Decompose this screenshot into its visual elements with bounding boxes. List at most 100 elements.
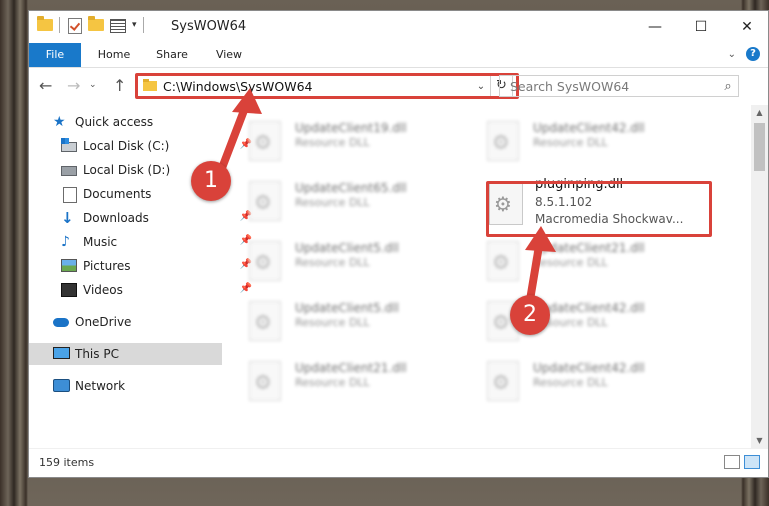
dll-file-icon bbox=[487, 361, 519, 401]
file-description: Resource DLL bbox=[533, 136, 608, 149]
view-toggle bbox=[724, 455, 760, 469]
file-list: UpdateClient19.dll Resource DLL UpdateCl… bbox=[225, 105, 737, 449]
sidebar-item-label: This PC bbox=[75, 347, 119, 361]
file-name: UpdateClient5.dll bbox=[295, 241, 399, 255]
sidebar-item-label: Local Disk (C:) bbox=[83, 139, 170, 153]
vertical-scrollbar[interactable]: ▲ ▼ bbox=[751, 105, 768, 449]
dll-file-icon bbox=[249, 181, 281, 221]
close-button[interactable]: ✕ bbox=[724, 11, 768, 43]
folder-icon[interactable] bbox=[37, 16, 53, 33]
tiles-view-icon[interactable] bbox=[744, 455, 760, 469]
status-bar: 159 items bbox=[29, 448, 768, 477]
dll-file-icon bbox=[249, 301, 281, 341]
sidebar-item-downloads[interactable]: ↓ Downloads 📌 bbox=[29, 207, 256, 229]
file-name: UpdateClient19.dll bbox=[295, 121, 407, 135]
file-item[interactable]: UpdateClient42.dll Resource DLL bbox=[487, 355, 707, 407]
sidebar-item-videos[interactable]: Videos 📌 bbox=[29, 279, 256, 301]
item-count: 159 items bbox=[39, 456, 95, 469]
sidebar-item-local-disk-c[interactable]: Local Disk (C:) 📌 bbox=[29, 135, 256, 157]
file-item[interactable]: UpdateClient5.dll Resource DLL bbox=[249, 235, 469, 287]
drive-d-icon bbox=[61, 163, 77, 177]
dll-file-icon bbox=[249, 361, 281, 401]
new-folder-icon[interactable] bbox=[88, 16, 104, 33]
tab-view[interactable]: View bbox=[207, 43, 251, 67]
drive-c-icon bbox=[61, 138, 77, 153]
network-icon bbox=[53, 379, 70, 393]
sidebar-item-label: Network bbox=[75, 379, 126, 393]
sidebar-item-label: Music bbox=[83, 235, 118, 249]
documents-icon bbox=[61, 187, 77, 203]
search-icon[interactable]: ⌕ bbox=[718, 79, 738, 94]
sidebar-item-label: Videos bbox=[83, 283, 123, 297]
file-description: Resource DLL bbox=[295, 376, 370, 389]
file-name: UpdateClient21.dll bbox=[533, 241, 645, 255]
sidebar-item-label: OneDrive bbox=[75, 315, 132, 329]
file-highlight-box bbox=[486, 181, 712, 237]
toolbar-separator bbox=[142, 17, 144, 33]
dll-file-icon bbox=[249, 241, 281, 281]
customize-dropdown-icon[interactable]: ▾ bbox=[132, 20, 137, 30]
scroll-thumb[interactable] bbox=[754, 123, 765, 171]
file-description: Resource DLL bbox=[295, 136, 370, 149]
navigation-bar: ← → ⌄ ↑ C:\Windows\SysWOW64 ⌄ ↻ ⌕ bbox=[29, 68, 768, 104]
tab-home[interactable]: Home bbox=[91, 43, 137, 67]
file-item[interactable]: UpdateClient19.dll Resource DLL bbox=[249, 115, 469, 167]
step-one-badge: 1 bbox=[191, 161, 231, 201]
sidebar-item-label: Pictures bbox=[83, 259, 131, 273]
dll-file-icon bbox=[487, 241, 519, 281]
properties-check-icon[interactable] bbox=[66, 17, 82, 34]
sidebar-item-pictures[interactable]: Pictures 📌 bbox=[29, 255, 256, 277]
file-item[interactable]: UpdateClient5.dll Resource DLL bbox=[249, 295, 469, 347]
help-icon[interactable]: ? bbox=[746, 47, 760, 61]
file-description: Resource DLL bbox=[533, 256, 608, 269]
recent-locations-icon[interactable]: ⌄ bbox=[89, 80, 97, 90]
expand-ribbon-icon[interactable]: ⌄ bbox=[728, 49, 736, 60]
sidebar-item-quick-access[interactable]: ★ Quick access bbox=[29, 111, 248, 133]
sidebar-item-network[interactable]: Network bbox=[29, 375, 248, 397]
scroll-down-icon[interactable]: ▼ bbox=[751, 433, 768, 449]
file-name: UpdateClient65.dll bbox=[295, 181, 407, 195]
file-description: Resource DLL bbox=[295, 316, 370, 329]
sidebar-item-this-pc[interactable]: This PC bbox=[29, 343, 222, 365]
downloads-icon: ↓ bbox=[61, 209, 74, 227]
file-name: UpdateClient21.dll bbox=[295, 361, 407, 375]
sidebar-item-label: Quick access bbox=[75, 115, 154, 129]
file-item[interactable]: UpdateClient21.dll Resource DLL bbox=[487, 235, 707, 287]
file-item[interactable]: UpdateClient65.dll Resource DLL bbox=[249, 175, 469, 227]
cloud-icon bbox=[53, 315, 69, 329]
scroll-up-icon[interactable]: ▲ bbox=[751, 105, 768, 121]
file-name: UpdateClient42.dll bbox=[533, 121, 645, 135]
ribbon-controls: ⌄ ? bbox=[728, 47, 760, 61]
sidebar-item-onedrive[interactable]: OneDrive bbox=[29, 311, 248, 333]
tab-file[interactable]: File bbox=[29, 43, 81, 67]
sidebar-item-label: Documents bbox=[83, 187, 152, 201]
dll-file-icon bbox=[249, 121, 281, 161]
up-icon[interactable]: ↑ bbox=[113, 76, 126, 95]
maximize-button[interactable]: ☐ bbox=[678, 11, 724, 43]
sidebar-item-label: Downloads bbox=[83, 211, 149, 225]
minimize-button[interactable]: — bbox=[632, 11, 678, 43]
file-description: Resource DLL bbox=[295, 196, 370, 209]
file-explorer-window: ▾ SysWOW64 — ☐ ✕ File Home Share View ⌄ … bbox=[28, 10, 769, 478]
computer-icon bbox=[53, 347, 70, 361]
tab-share[interactable]: Share bbox=[147, 43, 197, 67]
back-icon[interactable]: ← bbox=[39, 76, 52, 95]
step-two-badge: 2 bbox=[510, 295, 550, 335]
file-name: UpdateClient5.dll bbox=[295, 301, 399, 315]
properties-icon[interactable] bbox=[110, 17, 126, 33]
star-icon: ★ bbox=[53, 114, 66, 130]
address-highlight-box bbox=[135, 73, 519, 99]
sidebar-item-music[interactable]: ♪ Music 📌 bbox=[29, 231, 256, 253]
file-item[interactable]: UpdateClient42.dll Resource DLL bbox=[487, 115, 707, 167]
details-view-icon[interactable] bbox=[724, 455, 740, 469]
ribbon-tabs: File Home Share View ⌄ ? bbox=[29, 43, 768, 68]
search-box[interactable]: ⌕ bbox=[499, 75, 739, 97]
navigation-pane: ★ Quick access Local Disk (C:) 📌 Local D… bbox=[29, 105, 252, 449]
search-input[interactable] bbox=[510, 78, 718, 94]
forward-icon[interactable]: → bbox=[67, 76, 80, 95]
title-bar: ▾ SysWOW64 — ☐ ✕ bbox=[29, 11, 768, 43]
file-item[interactable]: UpdateClient21.dll Resource DLL bbox=[249, 355, 469, 407]
sidebar-item-label: Local Disk (D:) bbox=[83, 163, 171, 177]
file-description: Resource DLL bbox=[533, 376, 608, 389]
window-title: SysWOW64 bbox=[171, 19, 247, 34]
